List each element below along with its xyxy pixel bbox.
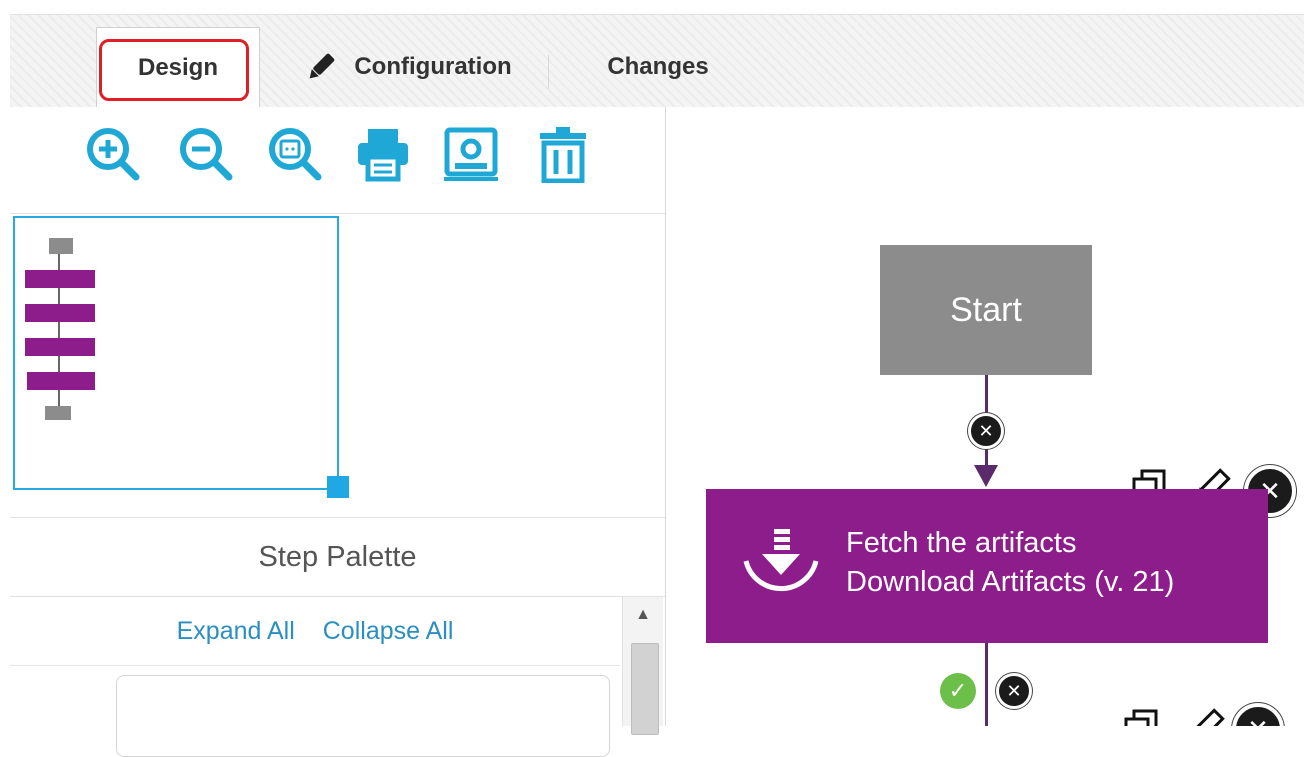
minimap-diagram xyxy=(25,238,95,420)
scroll-thumb[interactable] xyxy=(631,643,659,735)
tab-configuration-label: Configuration xyxy=(354,53,512,80)
download-step-icon xyxy=(743,529,819,592)
zoom-fit-button[interactable] xyxy=(266,125,324,183)
overview-minimap[interactable] xyxy=(13,216,339,490)
edit-step-icon-2[interactable] xyxy=(1182,705,1228,726)
tab-divider xyxy=(548,55,549,89)
zoom-out-icon xyxy=(180,128,233,181)
connector-line-2 xyxy=(985,643,988,726)
collapse-all-link[interactable]: Collapse All xyxy=(323,617,454,646)
connector-arrow-icon xyxy=(974,465,998,487)
tab-strip: Design Configuration Changes xyxy=(10,14,1304,108)
start-node[interactable]: Start xyxy=(880,245,1092,375)
delete-step-icon-2[interactable]: ✕ xyxy=(1232,703,1284,726)
zoom-in-button[interactable] xyxy=(84,125,142,183)
delete-button[interactable] xyxy=(534,125,592,183)
step-node-download-artifacts[interactable]: Fetch the artifacts Download Artifacts (… xyxy=(706,489,1268,643)
start-node-label: Start xyxy=(950,290,1022,329)
highlight-box xyxy=(99,39,249,101)
palette-controls: Expand All Collapse All xyxy=(10,597,620,666)
zoom-out-button[interactable] xyxy=(177,125,235,183)
export-image-button[interactable] xyxy=(442,125,500,183)
success-path-icon[interactable]: ✓ xyxy=(940,673,976,709)
tab-changes-label: Changes xyxy=(607,53,709,80)
step-type: Download Artifacts (v. 21) xyxy=(846,566,1175,598)
design-canvas[interactable]: Start ✕ ✕ Fetch the artifacts Download A… xyxy=(666,107,1304,726)
design-toolbar xyxy=(10,107,665,214)
step-palette-title: Step Palette xyxy=(258,540,417,573)
remove-connection-icon[interactable]: ✕ xyxy=(968,413,1004,449)
palette-filter-box[interactable] xyxy=(116,675,610,757)
palette-scrollbar[interactable]: ▲ xyxy=(622,597,663,735)
tab-changes[interactable]: Changes xyxy=(578,27,738,107)
pencil-icon xyxy=(310,53,335,79)
print-button[interactable] xyxy=(354,125,412,183)
minimap-resize-handle[interactable] xyxy=(327,476,349,498)
step-palette-header: Step Palette xyxy=(10,517,665,597)
trash-icon xyxy=(540,127,586,183)
image-export-icon xyxy=(444,127,498,181)
tab-design[interactable]: Design xyxy=(96,27,260,108)
zoom-fit-icon xyxy=(269,128,322,181)
copy-step-icon-2[interactable] xyxy=(1122,707,1162,726)
print-icon xyxy=(358,129,408,182)
tab-configuration[interactable]: Configuration xyxy=(284,27,532,107)
expand-all-link[interactable]: Expand All xyxy=(177,617,295,646)
zoom-in-icon xyxy=(87,128,140,181)
scroll-up-arrow-icon[interactable]: ▲ xyxy=(623,597,663,633)
remove-connection-icon-2[interactable]: ✕ xyxy=(996,673,1032,709)
left-pane: Step Palette Expand All Collapse All ▲ xyxy=(10,107,666,757)
step-name: Fetch the artifacts xyxy=(846,527,1077,559)
